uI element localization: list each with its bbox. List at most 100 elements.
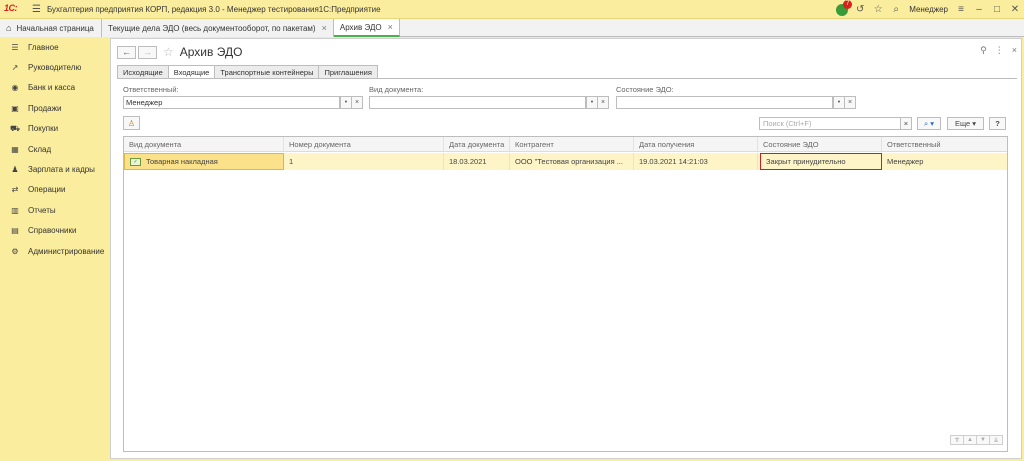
form-header-actions: ⚲ ⋮ × bbox=[980, 45, 1017, 56]
people-icon: ♟ bbox=[11, 165, 19, 175]
tab-home[interactable]: ⌂ Начальная страница bbox=[0, 19, 102, 37]
app-logo: 1С: bbox=[4, 3, 18, 13]
sidebar-item-label: Справочники bbox=[28, 226, 77, 236]
open-windows-bar: ⌂ Начальная страница Текущие дела ЭДО (в… bbox=[0, 19, 1024, 37]
sidebar-item-warehouse[interactable]: ▦ Склад bbox=[0, 139, 108, 159]
tab-current-edo[interactable]: Текущие дела ЭДО (весь документооборот, … bbox=[102, 19, 334, 37]
table-scroll-controls: ⇈ ▲ ▼ ⇊ bbox=[950, 435, 1003, 445]
sidebar-item-operations[interactable]: ⇄ Операции bbox=[0, 180, 108, 200]
document-icon: ✓ bbox=[130, 157, 141, 166]
clear-icon[interactable]: × bbox=[844, 96, 856, 109]
column-header[interactable]: Номер документа bbox=[284, 137, 444, 151]
column-header[interactable]: Вид документа bbox=[124, 137, 284, 151]
doctype-label: Вид документа: bbox=[369, 85, 424, 94]
sidebar-item-admin[interactable]: ⚙ Администрирование bbox=[0, 241, 108, 261]
form-archive-edo: ← → ☆ Архив ЭДО ⚲ ⋮ × Исходящие Входящие… bbox=[110, 38, 1022, 459]
cell-text: Товарная накладная bbox=[146, 157, 218, 166]
tab-invitations[interactable]: Приглашения bbox=[318, 65, 378, 78]
clear-icon[interactable]: × bbox=[597, 96, 609, 109]
coin-icon: ◉ bbox=[11, 83, 19, 93]
menu-icon: ☰ bbox=[11, 42, 19, 52]
cell-received-date[interactable]: 19.03.2021 14:21:03 bbox=[634, 153, 758, 170]
close-form-icon[interactable]: × bbox=[1012, 45, 1017, 56]
sidebar-item-label: Продажи bbox=[28, 103, 62, 113]
sidebar-item-label: Руководителю bbox=[28, 63, 82, 73]
scroll-down-icon[interactable]: ▼ bbox=[976, 435, 990, 445]
sidebar-item-main[interactable]: ☰ Главное bbox=[0, 37, 108, 57]
book-icon: ▤ bbox=[11, 226, 19, 236]
more-button[interactable]: Еще ▾ bbox=[947, 117, 984, 130]
cart-icon: ⛟ bbox=[9, 123, 21, 133]
scroll-top-icon[interactable]: ⇈ bbox=[950, 435, 964, 445]
cell-counterparty[interactable]: ООО "Тестовая организация ... bbox=[510, 153, 634, 170]
close-tab-icon[interactable]: × bbox=[388, 22, 393, 32]
scroll-up-icon[interactable]: ▲ bbox=[963, 435, 977, 445]
tabs-divider bbox=[117, 78, 1017, 79]
cell-edo-state[interactable]: Закрыт принудительно bbox=[760, 153, 882, 170]
cell-doc-number[interactable]: 1 bbox=[284, 153, 444, 170]
search-icon[interactable]: ⌕ bbox=[887, 0, 905, 19]
tab-home-label: Начальная страница bbox=[16, 23, 94, 33]
tab-outgoing[interactable]: Исходящие bbox=[117, 65, 169, 78]
favorites-icon[interactable]: ☆ bbox=[869, 0, 887, 19]
warehouse-icon: ▦ bbox=[11, 144, 19, 154]
column-header[interactable]: Ответственный bbox=[882, 137, 1007, 151]
search-button[interactable]: ⌕ ▾ bbox=[917, 117, 941, 130]
home-icon: ⌂ bbox=[6, 23, 12, 33]
settings-menu-icon[interactable]: ≡ bbox=[952, 0, 970, 19]
gear-icon: ⚙ bbox=[11, 246, 19, 256]
notification-icon: 7 bbox=[836, 0, 853, 16]
clear-icon[interactable]: × bbox=[351, 96, 363, 109]
operations-icon: ⇄ bbox=[11, 185, 19, 195]
back-button[interactable]: ← bbox=[117, 45, 136, 59]
main-menu-icon[interactable]: ☰ bbox=[32, 4, 41, 15]
table-row[interactable]: ✓ Товарная накладная 1 18.03.2021 ООО "Т… bbox=[124, 153, 1007, 170]
clear-search-icon[interactable]: × bbox=[900, 117, 912, 130]
search-input[interactable]: Поиск (Ctrl+F) bbox=[759, 117, 910, 130]
form-tabs: Исходящие Входящие Транспортные контейне… bbox=[117, 65, 378, 79]
column-header[interactable]: Дата получения bbox=[634, 137, 758, 151]
tab-incoming[interactable]: Входящие bbox=[167, 65, 216, 79]
link-icon[interactable]: ⚲ bbox=[980, 45, 987, 56]
sections-sidebar: ☰ Главное ↗ Руководителю ◉ Банк и касса ▣ Пр… bbox=[0, 37, 108, 461]
column-header[interactable]: Дата документа bbox=[444, 137, 510, 151]
cell-responsible[interactable]: Менеджер bbox=[882, 153, 1007, 170]
notifications-button[interactable]: 7 bbox=[833, 0, 853, 19]
minimize-icon[interactable]: – bbox=[970, 0, 988, 19]
tab-label: Архив ЭДО bbox=[339, 22, 382, 32]
cell-doc-type[interactable]: ✓ Товарная накладная bbox=[124, 153, 284, 170]
table-header: Вид документа Номер документа Дата докум… bbox=[124, 137, 1007, 152]
tab-edo-archive[interactable]: Архив ЭДО × bbox=[333, 19, 400, 37]
maximize-icon[interactable]: □ bbox=[988, 0, 1006, 19]
current-user[interactable]: Менеджер bbox=[909, 5, 948, 14]
history-icon[interactable]: ↺ bbox=[851, 0, 869, 19]
documents-table: Вид документа Номер документа Дата докум… bbox=[123, 136, 1008, 452]
sidebar-item-sales[interactable]: ▣ Продажи bbox=[0, 98, 108, 118]
tab-transport-containers[interactable]: Транспортные контейнеры bbox=[214, 65, 320, 78]
help-button[interactable]: ? bbox=[989, 117, 1006, 130]
column-header[interactable]: Состояние ЭДО bbox=[758, 137, 882, 151]
doctype-field[interactable] bbox=[369, 96, 586, 109]
responsible-field[interactable]: Менеджер bbox=[123, 96, 340, 109]
sidebar-item-purchases[interactable]: ⛟ Покупки bbox=[0, 119, 108, 139]
page-title: Архив ЭДО bbox=[179, 45, 243, 59]
responsible-label: Ответственный: bbox=[123, 85, 179, 94]
chart-icon: ▥ bbox=[11, 205, 19, 215]
state-field[interactable] bbox=[616, 96, 833, 109]
more-actions-icon[interactable]: ⋮ bbox=[995, 45, 1004, 56]
cell-doc-date[interactable]: 18.03.2021 bbox=[444, 153, 510, 170]
notification-count: 7 bbox=[843, 0, 853, 9]
close-window-icon[interactable]: ✕ bbox=[1006, 0, 1024, 19]
sidebar-item-salary[interactable]: ♟ Зарплата и кадры bbox=[0, 159, 108, 179]
sidebar-item-reports[interactable]: ▥ Отчеты bbox=[0, 200, 108, 220]
more-button-label: Еще bbox=[954, 119, 971, 128]
column-header[interactable]: Контрагент bbox=[510, 137, 634, 151]
sidebar-item-catalogs[interactable]: ▤ Справочники bbox=[0, 221, 108, 241]
assign-responsible-button[interactable]: ♙ bbox=[123, 116, 140, 130]
sidebar-item-manager[interactable]: ↗ Руководителю bbox=[0, 57, 108, 77]
scroll-bottom-icon[interactable]: ⇊ bbox=[989, 435, 1003, 445]
close-tab-icon[interactable]: × bbox=[322, 23, 327, 33]
favorite-star-icon[interactable]: ☆ bbox=[163, 45, 174, 59]
forward-button[interactable]: → bbox=[138, 45, 157, 59]
sidebar-item-bank[interactable]: ◉ Банк и касса bbox=[0, 78, 108, 98]
